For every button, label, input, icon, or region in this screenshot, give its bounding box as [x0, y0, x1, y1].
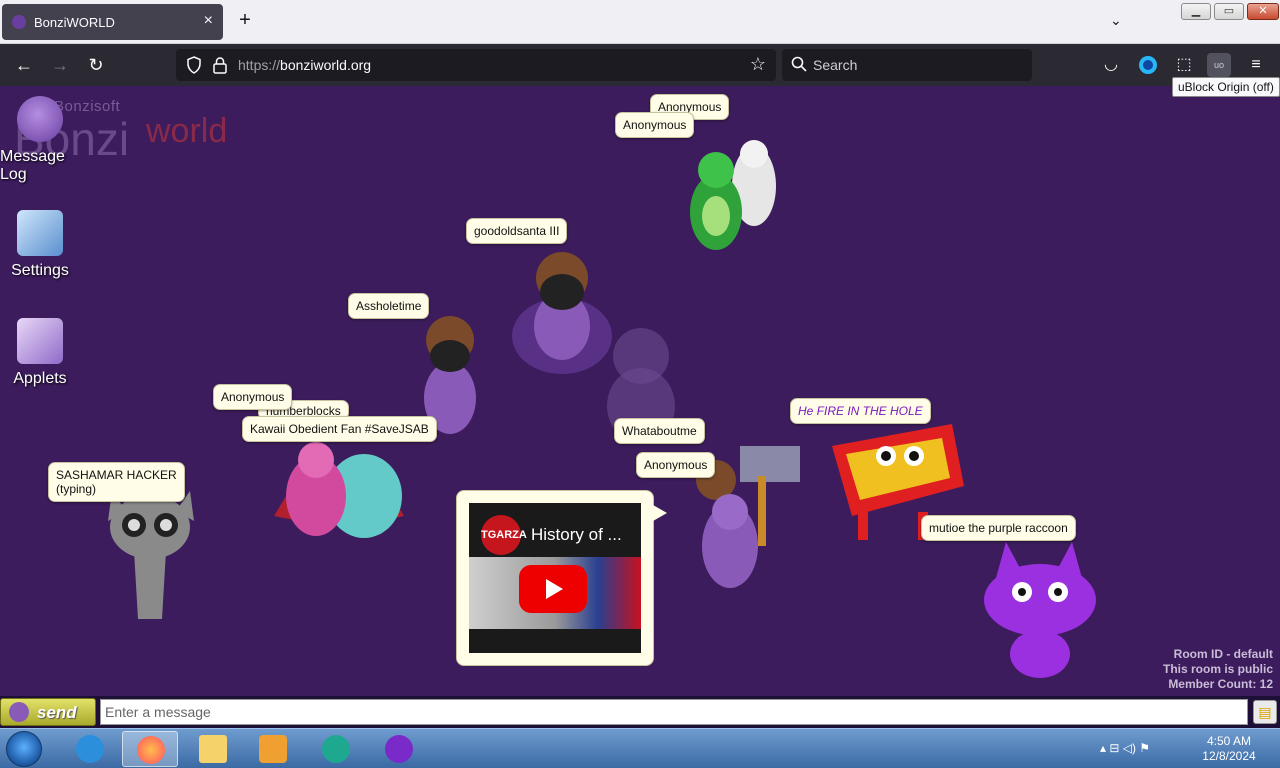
send-label: send [37, 703, 77, 722]
maximize-button[interactable]: ▭ [1214, 3, 1244, 20]
room-visibility: This room is public [1162, 662, 1273, 676]
settings-label: Settings [11, 262, 69, 279]
room-info: Room ID - default This room is public Me… [1163, 647, 1273, 692]
clock-time: 4:50 AM [1206, 734, 1252, 748]
tab-close-icon[interactable]: × [204, 12, 213, 30]
browser-navbar: ← → ↻ https://bonziworld.org ☆ Search ◡ … [0, 44, 1280, 86]
bubble-sashamar: SASHAMAR HACKER (typing) [48, 462, 185, 502]
lock-icon[interactable] [212, 56, 228, 74]
sashamar-character[interactable] [104, 481, 198, 621]
search-placeholder: Search [813, 57, 858, 73]
ublock-origin-icon[interactable]: uo [1207, 53, 1231, 77]
tracking-shield-icon[interactable] [186, 56, 202, 74]
room-id: Room ID - default [1173, 647, 1273, 661]
search-bar[interactable]: Search [782, 49, 1032, 81]
forward-button[interactable]: → [49, 54, 71, 76]
bubble-anonymous-2: Anonymous [615, 112, 695, 138]
applets-box-icon [17, 318, 63, 364]
channel-avatar[interactable]: TGARZA [481, 515, 527, 555]
internet-explorer-icon [76, 735, 104, 763]
bookmark-star-icon[interactable]: ☆ [750, 54, 766, 75]
pocket-icon[interactable]: ◡ [1099, 53, 1123, 77]
youtube-video-bubble: TGARZA History of ... [456, 490, 667, 666]
bubble-anonymous-4: Anonymous [636, 452, 716, 478]
back-button[interactable]: ← [13, 54, 35, 76]
menu-icon[interactable]: ≡ [1244, 53, 1268, 77]
url-host: bonziworld.org [280, 57, 372, 73]
taskbar-ie[interactable] [62, 731, 118, 767]
video-title[interactable]: History of ... [531, 525, 622, 545]
message-log-icon [17, 96, 63, 142]
member-count: Member Count: 12 [1168, 677, 1273, 691]
youtube-embed[interactable]: TGARZA History of ... [469, 503, 641, 653]
taskbar-app-purple[interactable] [371, 731, 427, 767]
green-bonzi-character[interactable] [676, 134, 796, 264]
search-icon [791, 56, 807, 72]
green-app-icon [322, 735, 350, 763]
extensions-icon[interactable]: ⬚ [1172, 53, 1196, 77]
firefox-icon [137, 736, 165, 764]
media-player-icon [259, 735, 287, 763]
bonzi-favicon-icon [12, 15, 26, 29]
system-tray[interactable]: ▴ ⊟ ◁) ⚑ [1100, 741, 1150, 755]
settings-icon-button[interactable]: Settings [0, 210, 80, 280]
youtube-play-icon[interactable] [519, 565, 587, 613]
windows-taskbar: ▴ ⊟ ◁) ⚑ 4:50 AM 12/8/2024 [0, 728, 1280, 768]
url-bar[interactable]: https://bonziworld.org ☆ [176, 49, 776, 81]
logo-world: world [146, 112, 228, 150]
bubble-fire-in-the-hole: He FIRE IN THE HOLE [790, 398, 931, 424]
windows-start-icon[interactable] [6, 731, 42, 767]
bubble-tail [653, 505, 667, 521]
firefox-account-icon [1139, 56, 1157, 74]
sashamar-status: (typing) [56, 482, 97, 496]
list-all-tabs-icon[interactable]: ⌄ [1110, 12, 1122, 29]
purple-app-icon [385, 735, 413, 763]
send-button[interactable]: send [0, 698, 96, 726]
bubble-kawaii: Kawaii Obedient Fan #SaveJSAB [242, 416, 437, 442]
tab-title: BonziWORLD [34, 15, 115, 30]
bubble-assholetime: Assholetime [348, 293, 430, 319]
kawaii-character[interactable] [264, 426, 414, 556]
chat-bar: send Enter a message ▤ [0, 696, 1280, 728]
taskbar-clock[interactable]: 4:50 AM 12/8/2024 [1196, 734, 1262, 764]
new-tab-button[interactable]: + [234, 10, 256, 32]
browser-titlebar: BonziWORLD × + ⌄ ▁ ▭ ✕ [0, 0, 1280, 44]
clock-date: 12/8/2024 [1202, 749, 1256, 763]
bubble-mutioe: mutioe the purple raccoon [921, 515, 1076, 541]
message-log-icon-button[interactable]: Message Log [0, 96, 80, 184]
sashamar-name: SASHAMAR HACKER [56, 468, 177, 482]
account-icon[interactable] [1136, 53, 1160, 77]
browser-tab[interactable]: BonziWORLD × [2, 4, 223, 40]
hammer-bonzi-character[interactable] [676, 416, 816, 606]
applets-label: Applets [13, 370, 67, 387]
message-input[interactable]: Enter a message [100, 699, 1248, 725]
ublock-tooltip: uBlock Origin (off) [1172, 77, 1280, 97]
purple-raccoon-character[interactable] [976, 542, 1106, 678]
message-log-label: Message Log [0, 148, 65, 183]
applets-icon-button[interactable]: Applets [0, 318, 80, 388]
close-window-button[interactable]: ✕ [1247, 3, 1279, 20]
bonziworld-page: Bonzisoft Bonzi world Message Log Settin… [0, 86, 1280, 730]
url-text[interactable]: https://bonziworld.org [238, 57, 371, 73]
bubble-whataboutme: Whataboutme [614, 418, 705, 444]
folder-icon [199, 735, 227, 763]
bonzi-face-icon [9, 702, 29, 722]
taskbar-explorer[interactable] [185, 731, 241, 767]
taskbar-firefox[interactable] [122, 731, 178, 767]
bubble-anonymous-3: Anonymous [213, 384, 293, 410]
computer-settings-icon [17, 210, 63, 256]
taskbar-media-player[interactable] [245, 731, 301, 767]
url-scheme: https:// [238, 57, 281, 73]
reload-button[interactable]: ↻ [85, 54, 107, 76]
attach-icon[interactable]: ▤ [1253, 700, 1277, 724]
taskbar-app-green[interactable] [308, 731, 364, 767]
minimize-button[interactable]: ▁ [1181, 3, 1211, 20]
bubble-goodoldsanta: goodoldsanta III [466, 218, 568, 244]
